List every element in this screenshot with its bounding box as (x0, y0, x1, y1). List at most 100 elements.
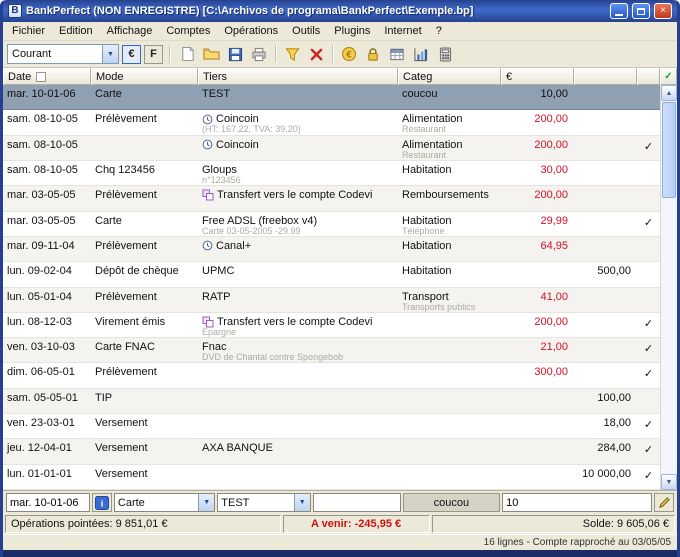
edit-date-input[interactable] (6, 493, 90, 512)
table-row[interactable]: mar. 09-11-04 Prélèvement Canal+ Habitation… (3, 236, 660, 263)
menu-bar: Fichier Edition Affichage Comptes Opérations… (3, 22, 677, 41)
cell-pointed (637, 389, 660, 413)
col-header-pointed[interactable] (637, 68, 660, 85)
save-icon[interactable] (224, 43, 246, 65)
account-select-value: Courant (12, 48, 52, 60)
menu-item-edition[interactable]: Edition (52, 23, 100, 39)
table-row[interactable]: sam. 08-10-05 Chq 123456 Gloups n°123456 Hab… (3, 160, 660, 187)
edit-pencil-button[interactable] (654, 493, 674, 512)
table-row[interactable]: jeu. 12-04-01 Versement AXA BANQUE 284,00 ✓ (3, 439, 660, 465)
info-button[interactable]: i (92, 493, 112, 512)
table-row[interactable]: ven. 23-03-01 Versement 18,00 ✓ (3, 414, 660, 440)
cell-pointed (637, 110, 660, 134)
col-header-categ[interactable]: Categ (398, 68, 501, 85)
toolbar-separator (275, 45, 276, 63)
edit-tiers-select[interactable]: TEST ▼ (217, 493, 311, 512)
table-row[interactable]: sam. 08-10-05 Prélèvement Coincoin (HT: 167… (3, 110, 660, 136)
cell-mode: Dépôt de chèque (95, 265, 179, 278)
table-row[interactable]: ven. 03-10-03 Carte FNAC Fnac DVD de Chanta… (3, 338, 660, 364)
print-icon[interactable] (248, 43, 270, 65)
menu-item-oprations[interactable]: Opérations (217, 23, 285, 39)
app-icon: B (8, 4, 22, 18)
chevron-down-icon[interactable]: ▼ (293, 494, 310, 511)
window-title: BankPerfect (NON ENREGISTRE) [C:\Archivo… (26, 5, 474, 17)
vertical-scrollbar[interactable]: ▲ ▼ (660, 85, 677, 490)
table-row[interactable]: dim. 06-05-01 Prélèvement 300,00 ✓ (3, 363, 660, 389)
col-header-debit-label: € (506, 70, 513, 83)
cell-pointed (637, 262, 660, 286)
col-header-credit[interactable] (574, 68, 637, 85)
cell-debit: 200,00 (534, 138, 568, 151)
cell-tiers (198, 363, 398, 387)
table-icon[interactable] (386, 43, 408, 65)
col-header-date[interactable]: Date (3, 68, 91, 85)
chevron-down-icon[interactable]: ▼ (198, 494, 215, 511)
col-header-mode[interactable]: Mode (91, 68, 198, 85)
table-row[interactable]: mar. 03-05-05 Prélèvement Transfert vers l… (3, 186, 660, 212)
table-row[interactable]: lun. 01-01-01 Versement 10 000,00 ✓ (3, 464, 660, 490)
cell-categ: Alimentation Restaurant (402, 113, 463, 135)
cell-mode: Virement émis (95, 315, 166, 328)
cell-pointed: ✓ (643, 216, 654, 229)
close-button[interactable]: × (654, 3, 672, 19)
cell-debit (501, 465, 574, 489)
bank-icon[interactable]: € (338, 43, 360, 65)
cell-pointed (637, 186, 660, 210)
clear-filter-icon[interactable] (305, 43, 327, 65)
col-header-tiers[interactable]: Tiers (198, 68, 398, 85)
filter-icon[interactable] (281, 43, 303, 65)
edit-category-button[interactable]: coucou (402, 493, 501, 512)
toolbar-separator (332, 45, 333, 63)
pointed-all-button[interactable]: ✓ (660, 68, 677, 85)
table-row[interactable]: mar. 03-05-05 Carte Free ADSL (freebox v4)… (3, 211, 660, 237)
table-row[interactable]: sam. 05-05-01 TIP 100,00 (3, 388, 660, 415)
table-row[interactable]: mar. 10-01-06 Carte TEST coucou 10,00 (3, 85, 660, 111)
maximize-button[interactable] (632, 3, 650, 19)
edit-amount-input[interactable] (502, 493, 653, 512)
new-file-icon[interactable] (176, 43, 198, 65)
table-row[interactable]: lun. 08-12-03 Virement émis Transfert vers… (3, 312, 660, 339)
calculator-icon[interactable] (434, 43, 456, 65)
menu-item-internet[interactable]: Internet (377, 23, 428, 39)
lock-icon[interactable] (362, 43, 384, 65)
cell-debit: 300,00 (534, 366, 568, 379)
cell-categ (398, 465, 501, 489)
account-select[interactable]: Courant ▼ (7, 44, 119, 64)
edit-tiers-value: TEST (221, 496, 250, 509)
edit-mode-select[interactable]: Carte ▼ (113, 493, 216, 512)
footer-text: 16 lignes - Compte rapproché au 03/05/05 (483, 537, 671, 548)
minimize-button[interactable] (610, 3, 628, 19)
cell-categ: Remboursements (402, 189, 489, 202)
menu-item-fichier[interactable]: Fichier (5, 23, 52, 39)
menu-item-plugins[interactable]: Plugins (327, 23, 377, 39)
edit-comment-input[interactable] (312, 493, 401, 512)
menu-item-affichage[interactable]: Affichage (100, 23, 160, 39)
cell-mode: Carte FNAC (95, 341, 155, 354)
table-row[interactable]: lun. 05-01-04 Prélèvement RATP Transport Tra… (3, 287, 660, 313)
cell-tiers: Transfert vers le compte Codevi (198, 186, 398, 210)
col-header-debit[interactable]: € (501, 68, 574, 85)
menu-item-help[interactable]: ? (429, 23, 449, 39)
scroll-up-button[interactable]: ▲ (661, 85, 677, 101)
date-filter-checkbox[interactable] (36, 71, 47, 82)
cell-mode: Versement (95, 442, 148, 455)
cell-credit (574, 161, 637, 185)
cell-date: ven. 23-03-01 (7, 417, 75, 430)
scrollbar-thumb[interactable] (662, 102, 676, 198)
menu-item-outils[interactable]: Outils (285, 23, 327, 39)
open-folder-icon[interactable] (200, 43, 222, 65)
currency-franc-button[interactable]: F (144, 44, 163, 64)
currency-euro-button[interactable]: € (122, 44, 141, 64)
table-row[interactable]: sam. 08-10-05 Coincoin Alimentation Restaur… (3, 135, 660, 161)
cell-credit (574, 85, 637, 109)
bankperfect-window: B BankPerfect (NON ENREGISTRE) [C:\Archi… (0, 0, 680, 557)
chart-icon[interactable] (410, 43, 432, 65)
titlebar[interactable]: B BankPerfect (NON ENREGISTRE) [C:\Archi… (3, 0, 677, 22)
clock-icon (202, 240, 213, 251)
table-row[interactable]: lun. 09-02-04 Dépôt de chèque UPMC Habitati… (3, 262, 660, 288)
scrollbar-track[interactable] (661, 101, 677, 474)
menu-item-comptes[interactable]: Comptes (159, 23, 217, 39)
cell-pointed: ✓ (643, 343, 654, 356)
chevron-down-icon[interactable]: ▼ (102, 45, 118, 63)
scroll-down-button[interactable]: ▼ (661, 474, 677, 490)
